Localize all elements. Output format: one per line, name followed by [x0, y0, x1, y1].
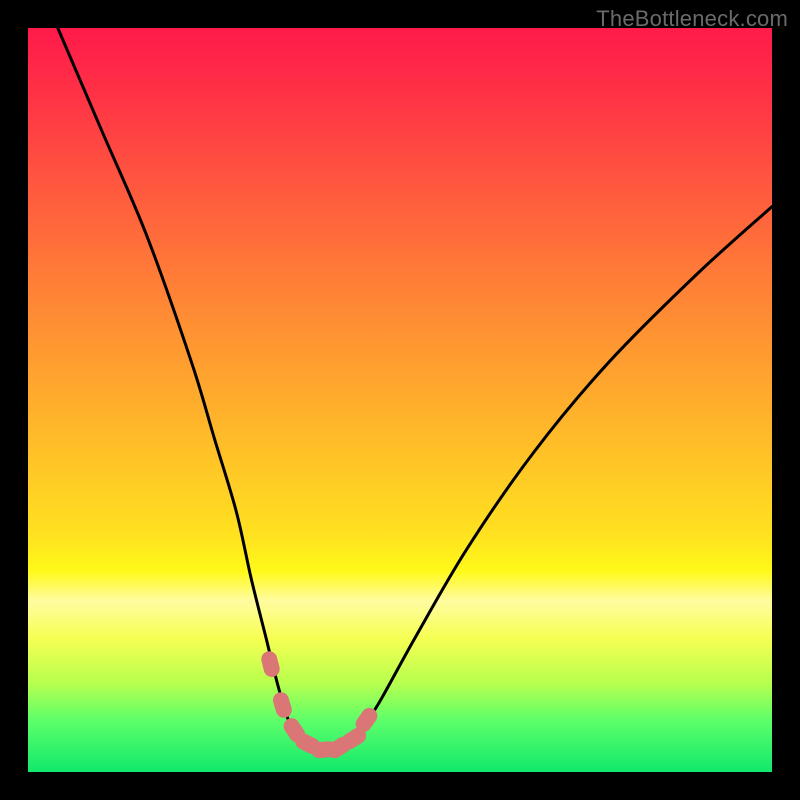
gradient-plot-area: [28, 28, 772, 772]
